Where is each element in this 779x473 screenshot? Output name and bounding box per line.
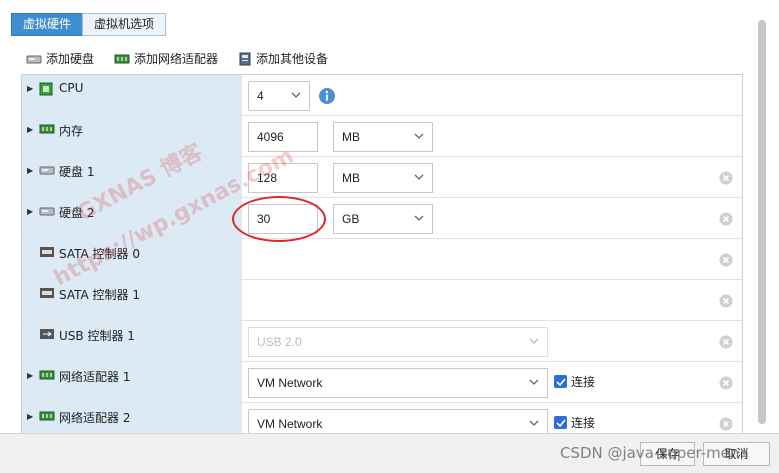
- tab-bar: 虚拟硬件 虚拟机选项: [11, 13, 167, 36]
- device-row-sata-1: SATA 控制器 1: [22, 280, 742, 321]
- device-row-header: USB 控制器 1: [22, 321, 242, 361]
- chevron-down-icon: [529, 338, 539, 344]
- disk-2-unit-value: GB: [342, 212, 360, 226]
- network-1-connect-checkbox[interactable]: 连接: [554, 373, 595, 390]
- device-row-memory: ▶ 内存 4096 MB: [22, 116, 742, 157]
- chevron-down-icon: [414, 133, 424, 139]
- expand-arrow-icon[interactable]: ▶: [27, 84, 33, 93]
- device-row-header: SATA 控制器 0: [22, 239, 242, 279]
- disk-1-size-input[interactable]: 128: [248, 163, 318, 193]
- device-row-disk-2: ▶ 硬盘 2 30 GB: [22, 198, 742, 239]
- chevron-down-icon: [414, 174, 424, 180]
- chevron-down-icon: [414, 215, 424, 221]
- device-label: 网络适配器 1: [59, 370, 131, 384]
- device-row-usb-1: USB 控制器 1 USB 2.0: [22, 321, 742, 362]
- device-label: SATA 控制器 0: [59, 247, 140, 261]
- device-label: USB 控制器 1: [59, 329, 135, 343]
- disk-2-size-input[interactable]: 30: [248, 204, 318, 234]
- add-network-button[interactable]: 添加网络适配器: [114, 50, 218, 67]
- connect-label: 连接: [571, 375, 596, 389]
- info-icon[interactable]: [318, 87, 336, 105]
- expand-arrow-icon[interactable]: ▶: [27, 371, 33, 380]
- expand-arrow-icon[interactable]: ▶: [27, 125, 33, 134]
- device-row-disk-1: ▶ 硬盘 1 128 MB: [22, 157, 742, 198]
- device-label: 网络适配器 2: [59, 411, 131, 425]
- chevron-down-icon: [291, 92, 301, 98]
- usb-controller-icon: [40, 329, 54, 339]
- checkbox-checked-icon: [554, 416, 567, 429]
- remove-device-icon[interactable]: [719, 335, 733, 349]
- device-label: 内存: [59, 124, 84, 138]
- cpu-count-select[interactable]: 4: [248, 81, 310, 111]
- add-network-label: 添加网络适配器: [134, 52, 219, 66]
- device-list: ▶ CPU 4 ▶ 内存 4096 MB ▶ 硬盘 1 128 MB ▶ 硬盘 …: [21, 74, 743, 436]
- device-label: 硬盘 1: [59, 165, 95, 179]
- add-other-label: 添加其他设备: [256, 52, 329, 66]
- tab-vm-options[interactable]: 虚拟机选项: [82, 13, 167, 36]
- device-row-header: ▶ 硬盘 2: [22, 198, 242, 238]
- sata-controller-icon: [40, 288, 54, 298]
- cancel-button[interactable]: 取消: [703, 442, 770, 466]
- device-row-header: ▶ CPU: [22, 75, 242, 115]
- device-row-header: ▶ 硬盘 1: [22, 157, 242, 197]
- toolbar: 添加硬盘 添加网络适配器 添加其他设备: [26, 50, 348, 67]
- remove-device-icon[interactable]: [719, 376, 733, 390]
- connect-label: 连接: [571, 416, 596, 430]
- add-disk-label: 添加硬盘: [46, 52, 95, 66]
- other-device-icon: [239, 52, 251, 65]
- network-card-icon: [39, 411, 55, 421]
- chevron-down-icon: [529, 379, 539, 385]
- device-label: CPU: [59, 81, 84, 95]
- hard-disk-icon: [39, 207, 55, 216]
- save-button[interactable]: 保存: [640, 442, 695, 466]
- hard-disk-icon: [39, 166, 55, 175]
- device-row-cpu: ▶ CPU 4: [22, 75, 742, 116]
- hard-disk-icon: [26, 55, 42, 63]
- usb-version-value: USB 2.0: [257, 335, 302, 349]
- cpu-icon: [39, 82, 53, 96]
- network-1-select[interactable]: VM Network: [248, 368, 548, 398]
- disk-1-unit-value: MB: [342, 171, 360, 185]
- memory-unit-select[interactable]: MB: [333, 122, 433, 152]
- add-other-button[interactable]: 添加其他设备: [238, 50, 328, 67]
- network-card-icon: [114, 54, 130, 63]
- add-disk-button[interactable]: 添加硬盘: [26, 50, 94, 67]
- device-label: 硬盘 2: [59, 206, 95, 220]
- network-1-value: VM Network: [257, 376, 323, 390]
- disk-2-unit-select[interactable]: GB: [333, 204, 433, 234]
- remove-device-icon[interactable]: [719, 253, 733, 267]
- remove-device-icon[interactable]: [719, 294, 733, 308]
- sata-controller-icon: [40, 247, 54, 257]
- network-card-icon: [39, 370, 55, 380]
- expand-arrow-icon[interactable]: ▶: [27, 207, 33, 216]
- remove-device-icon[interactable]: [719, 212, 733, 226]
- checkbox-checked-icon: [554, 375, 567, 388]
- network-2-value: VM Network: [257, 417, 323, 431]
- device-label: SATA 控制器 1: [59, 288, 140, 302]
- memory-unit-value: MB: [342, 130, 360, 144]
- device-row-network-2: ▶ 网络适配器 2 VM Network 连接: [22, 403, 742, 435]
- vertical-scrollbar[interactable]: [758, 20, 766, 424]
- memory-icon: [39, 124, 55, 134]
- chevron-down-icon: [529, 420, 539, 426]
- device-row-header: SATA 控制器 1: [22, 280, 242, 320]
- device-row-network-1: ▶ 网络适配器 1 VM Network 连接: [22, 362, 742, 403]
- usb-version-select: USB 2.0: [248, 327, 548, 357]
- memory-size-input[interactable]: 4096: [248, 122, 318, 152]
- device-row-header: ▶ 网络适配器 2: [22, 403, 242, 435]
- dialog-footer: 保存 取消: [0, 433, 779, 473]
- expand-arrow-icon[interactable]: ▶: [27, 166, 33, 175]
- network-2-select[interactable]: VM Network: [248, 409, 548, 435]
- device-row-sata-0: SATA 控制器 0: [22, 239, 742, 280]
- cpu-count-value: 4: [257, 89, 264, 103]
- network-2-connect-checkbox[interactable]: 连接: [554, 414, 595, 431]
- remove-device-icon[interactable]: [719, 417, 733, 431]
- expand-arrow-icon[interactable]: ▶: [27, 412, 33, 421]
- disk-1-unit-select[interactable]: MB: [333, 163, 433, 193]
- remove-device-icon[interactable]: [719, 171, 733, 185]
- device-row-header: ▶ 网络适配器 1: [22, 362, 242, 402]
- device-row-header: ▶ 内存: [22, 116, 242, 156]
- tab-virtual-hardware[interactable]: 虚拟硬件: [11, 13, 84, 36]
